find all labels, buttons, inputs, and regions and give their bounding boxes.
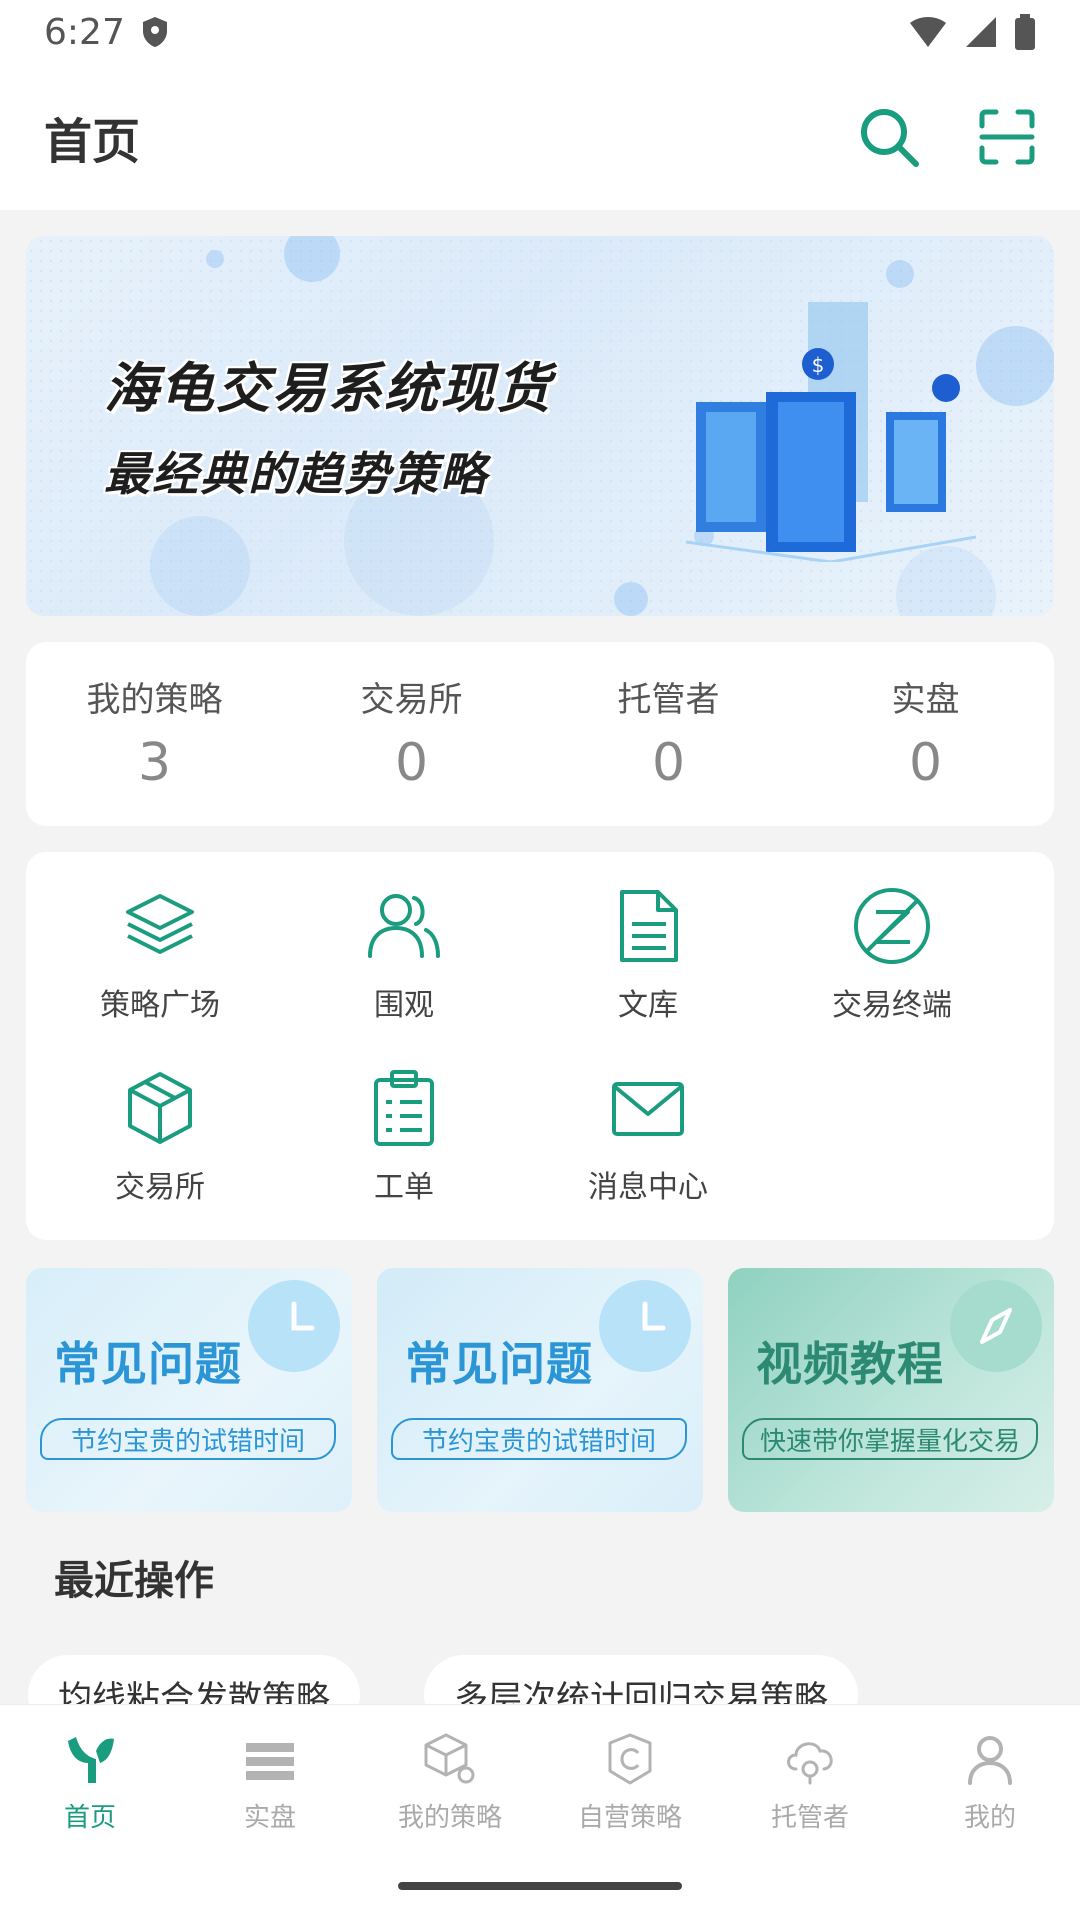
- quick-work-order[interactable]: 工单: [282, 1068, 526, 1206]
- app-header: 首页: [0, 64, 1080, 210]
- scan-icon[interactable]: [978, 108, 1036, 166]
- stat-value: 0: [908, 733, 943, 793]
- status-bar: 6:27: [0, 0, 1080, 64]
- stat-value: 3: [137, 733, 172, 793]
- stat-label: 托管者: [617, 680, 720, 720]
- promo-card-faq-1[interactable]: 常见问题 节约宝贵的试错时间: [26, 1268, 352, 1512]
- quick-label: 交易所: [115, 1170, 205, 1205]
- home-logo-icon: [68, 1737, 114, 1783]
- recent-section-title: 最近操作: [54, 1558, 214, 1604]
- promo-subtitle: 节约宝贵的试错时间: [391, 1418, 687, 1460]
- tab-me[interactable]: 我的: [900, 1731, 1080, 1834]
- quick-library[interactable]: 文库: [526, 886, 770, 1024]
- clock-icon: [248, 1280, 340, 1372]
- tab-label: 自营策略: [577, 1803, 682, 1833]
- clipboard-icon: [374, 1070, 434, 1146]
- quick-trading-terminal[interactable]: 交易终端: [770, 886, 1014, 1024]
- stat-value: 0: [394, 733, 429, 793]
- quick-actions-card: 策略广场 围观 文库 交易终端 交易所 工单 消息中心: [26, 852, 1054, 1240]
- promo-card-faq-2[interactable]: 常见问题 节约宝贵的试错时间: [377, 1268, 703, 1512]
- quick-label: 消息中心: [588, 1170, 708, 1205]
- promo-title: 视频教程: [756, 1337, 944, 1391]
- badge-c-icon: [608, 1733, 652, 1785]
- wifi-icon: [910, 17, 946, 47]
- document-icon: [620, 890, 678, 962]
- stat-custodians[interactable]: 托管者 0: [540, 642, 797, 826]
- battery-icon: [1015, 14, 1035, 50]
- tab-label: 我的策略: [397, 1803, 502, 1833]
- cube-icon: [128, 1072, 192, 1144]
- signal-icon: [966, 17, 996, 47]
- strategy-box-icon: [424, 1733, 475, 1784]
- stat-my-strategies[interactable]: 我的策略 3: [26, 642, 283, 826]
- tab-label: 实盘: [243, 1803, 296, 1833]
- promo-card-video-tutorial[interactable]: 视频教程 快速带你掌握量化交易: [728, 1268, 1054, 1512]
- users-icon: [368, 894, 440, 958]
- banner-subline: 最经典的趋势策略: [104, 447, 488, 501]
- stat-label: 交易所: [360, 680, 463, 720]
- promo-banner[interactable]: 海龟交易系统现货 最经典的趋势策略 $: [26, 236, 1054, 616]
- stats-card: 我的策略 3 交易所 0 托管者 0 实盘 0: [26, 642, 1054, 826]
- layers-icon: [126, 894, 194, 954]
- user-icon: [968, 1736, 1012, 1785]
- promo-subtitle: 节约宝贵的试错时间: [40, 1418, 336, 1460]
- stat-label: 我的策略: [86, 680, 223, 720]
- quick-label: 工单: [374, 1170, 434, 1205]
- stat-label: 实盘: [891, 680, 960, 720]
- quick-watch[interactable]: 围观: [282, 886, 526, 1024]
- promo-title: 常见问题: [405, 1337, 593, 1391]
- quick-message-center[interactable]: 消息中心: [526, 1068, 770, 1206]
- stat-exchanges[interactable]: 交易所 0: [283, 642, 540, 826]
- promo-subtitle: 快速带你掌握量化交易: [742, 1418, 1038, 1460]
- tab-proprietary-strategy[interactable]: 自营策略: [540, 1731, 720, 1834]
- home-indicator[interactable]: [398, 1882, 682, 1890]
- list-icon: [246, 1743, 294, 1780]
- tab-label: 我的: [963, 1803, 1016, 1833]
- quick-label: 围观: [374, 988, 434, 1023]
- tab-my-strategy[interactable]: 我的策略: [360, 1731, 540, 1834]
- quick-label: 文库: [618, 988, 678, 1023]
- quick-label: 策略广场: [100, 988, 220, 1023]
- city-buildings-illustration: $: [686, 302, 976, 562]
- stat-live-trading[interactable]: 实盘 0: [797, 642, 1054, 826]
- stat-value: 0: [651, 733, 686, 793]
- cloud-icon: [787, 1742, 833, 1785]
- terminal-z-icon: [854, 888, 930, 964]
- banner-headline: 海龟交易系统现货: [104, 357, 552, 420]
- mail-icon: [612, 1082, 684, 1136]
- quick-exchange[interactable]: 交易所: [38, 1068, 282, 1206]
- tab-live[interactable]: 实盘: [180, 1731, 360, 1834]
- page-title: 首页: [44, 114, 141, 170]
- tab-home[interactable]: 首页: [0, 1731, 180, 1834]
- shield-icon: [142, 17, 167, 47]
- clock-icon: [599, 1280, 691, 1372]
- quick-strategy-square[interactable]: 策略广场: [38, 886, 282, 1024]
- tab-custodian[interactable]: 托管者: [720, 1731, 900, 1834]
- svg-text:$: $: [812, 353, 825, 377]
- status-time: 6:27: [44, 11, 125, 53]
- promo-title: 常见问题: [54, 1337, 242, 1391]
- quick-label: 交易终端: [832, 988, 952, 1023]
- tab-label: 托管者: [770, 1803, 849, 1833]
- search-icon[interactable]: [858, 106, 920, 168]
- compass-icon: [950, 1280, 1042, 1372]
- tab-label: 首页: [63, 1803, 116, 1833]
